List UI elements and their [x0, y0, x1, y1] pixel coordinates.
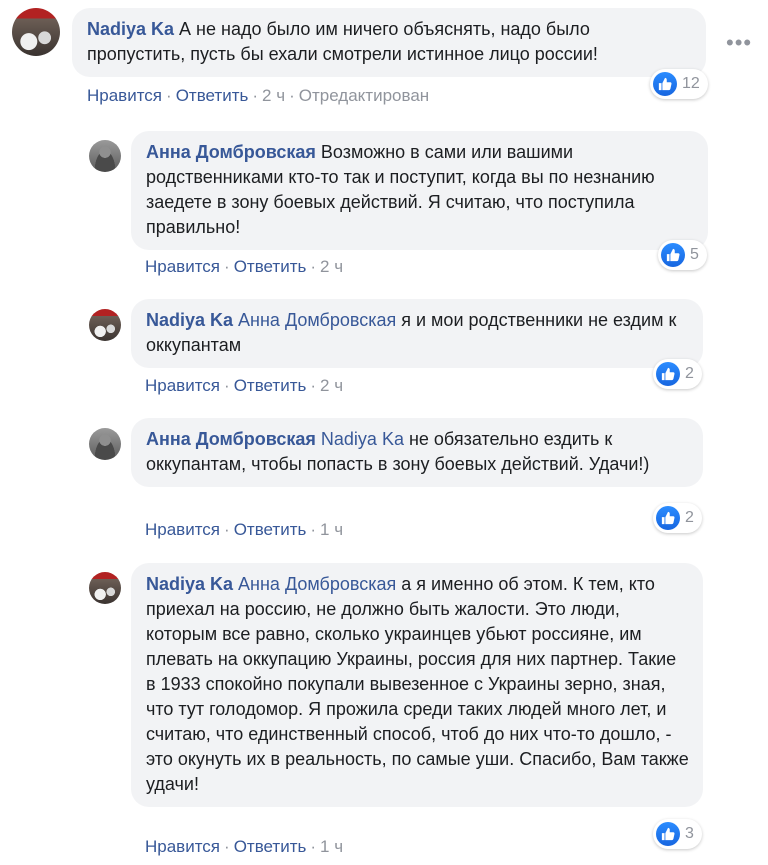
comment-bubble: Nadiya Ka А не надо было им ничего объяс… — [72, 8, 706, 77]
thumbs-up-icon — [656, 362, 680, 386]
separator: · — [224, 837, 230, 856]
reaction-number: 5 — [690, 246, 699, 263]
comment-author[interactable]: Nadiya Ka — [146, 574, 233, 594]
comment-author[interactable]: Nadiya Ka — [146, 310, 233, 330]
avatar[interactable] — [89, 428, 121, 460]
comment-actions: Нравится · Ответить · 2 ч · Отредактирован — [87, 86, 429, 106]
timestamp[interactable]: 2 ч — [262, 86, 285, 105]
thumbs-up-icon — [661, 243, 685, 267]
reaction-count[interactable]: 5 — [658, 240, 707, 270]
edited-label[interactable]: Отредактирован — [299, 86, 429, 105]
comment-actions: Нравится · Ответить · 2 ч — [145, 376, 343, 396]
comment-actions: Нравится · Ответить · 2 ч — [145, 257, 343, 277]
like-button[interactable]: Нравится — [145, 520, 220, 539]
separator: · — [224, 257, 230, 276]
avatar[interactable] — [89, 140, 121, 172]
separator: · — [310, 837, 317, 856]
reply-button[interactable]: Ответить — [234, 520, 307, 539]
avatar[interactable] — [12, 8, 60, 56]
reaction-number: 2 — [685, 365, 694, 382]
reply-button[interactable]: Ответить — [176, 86, 249, 105]
timestamp[interactable]: 1 ч — [320, 520, 343, 539]
like-button[interactable]: Нравится — [145, 257, 220, 276]
comment-mention[interactable]: Nadiya Ka — [316, 429, 404, 449]
reaction-count[interactable]: 2 — [653, 503, 702, 533]
separator: · — [224, 376, 230, 395]
comment-bubble: Nadiya Ka Анна Домбровская я и мои родст… — [131, 299, 703, 368]
thumbs-up-icon — [653, 72, 677, 96]
separator: · — [310, 257, 317, 276]
comment-bubble: Анна Домбровская Nadiya Ka не обязательн… — [131, 418, 703, 487]
reply-button[interactable]: Ответить — [234, 376, 307, 395]
separator: · — [289, 86, 295, 105]
comment-bubble: Анна Домбровская Возможно в сами или ваш… — [131, 131, 708, 250]
timestamp[interactable]: 1 ч — [320, 837, 343, 856]
comment-author[interactable]: Анна Домбровская — [146, 429, 316, 449]
timestamp[interactable]: 2 ч — [320, 257, 343, 276]
reaction-number: 12 — [682, 75, 700, 92]
timestamp[interactable]: 2 ч — [320, 376, 343, 395]
comment-mention[interactable]: Анна Домбровская — [233, 574, 396, 594]
reaction-count[interactable]: 12 — [650, 69, 708, 99]
avatar[interactable] — [89, 309, 121, 341]
reaction-number: 3 — [685, 825, 694, 842]
comment-mention[interactable]: Анна Домбровская — [233, 310, 396, 330]
thumbs-up-icon — [656, 822, 680, 846]
avatar[interactable] — [89, 572, 121, 604]
reaction-count[interactable]: 2 — [653, 359, 702, 389]
separator: · — [224, 520, 230, 539]
comment-author[interactable]: Nadiya Ka — [87, 19, 174, 39]
like-button[interactable]: Нравится — [145, 376, 220, 395]
comment-author[interactable]: Анна Домбровская — [146, 142, 316, 162]
reaction-count[interactable]: 3 — [653, 819, 702, 849]
more-options-icon[interactable]: ••• — [726, 32, 752, 54]
reply-button[interactable]: Ответить — [234, 257, 307, 276]
comment-actions: Нравится · Ответить · 1 ч — [145, 520, 343, 540]
like-button[interactable]: Нравится — [145, 837, 220, 856]
comment-actions: Нравится · Ответить · 1 ч — [145, 837, 343, 857]
reply-button[interactable]: Ответить — [234, 837, 307, 856]
separator: · — [310, 376, 317, 395]
comment-text: а я именно об этом. К тем, кто приехал н… — [146, 574, 689, 794]
like-button[interactable]: Нравится — [87, 86, 162, 105]
separator: · — [252, 86, 259, 105]
separator: · — [310, 520, 317, 539]
reaction-number: 2 — [685, 509, 694, 526]
comment-bubble: Nadiya Ka Анна Домбровская а я именно об… — [131, 563, 703, 807]
thumbs-up-icon — [656, 506, 680, 530]
separator: · — [166, 86, 172, 105]
